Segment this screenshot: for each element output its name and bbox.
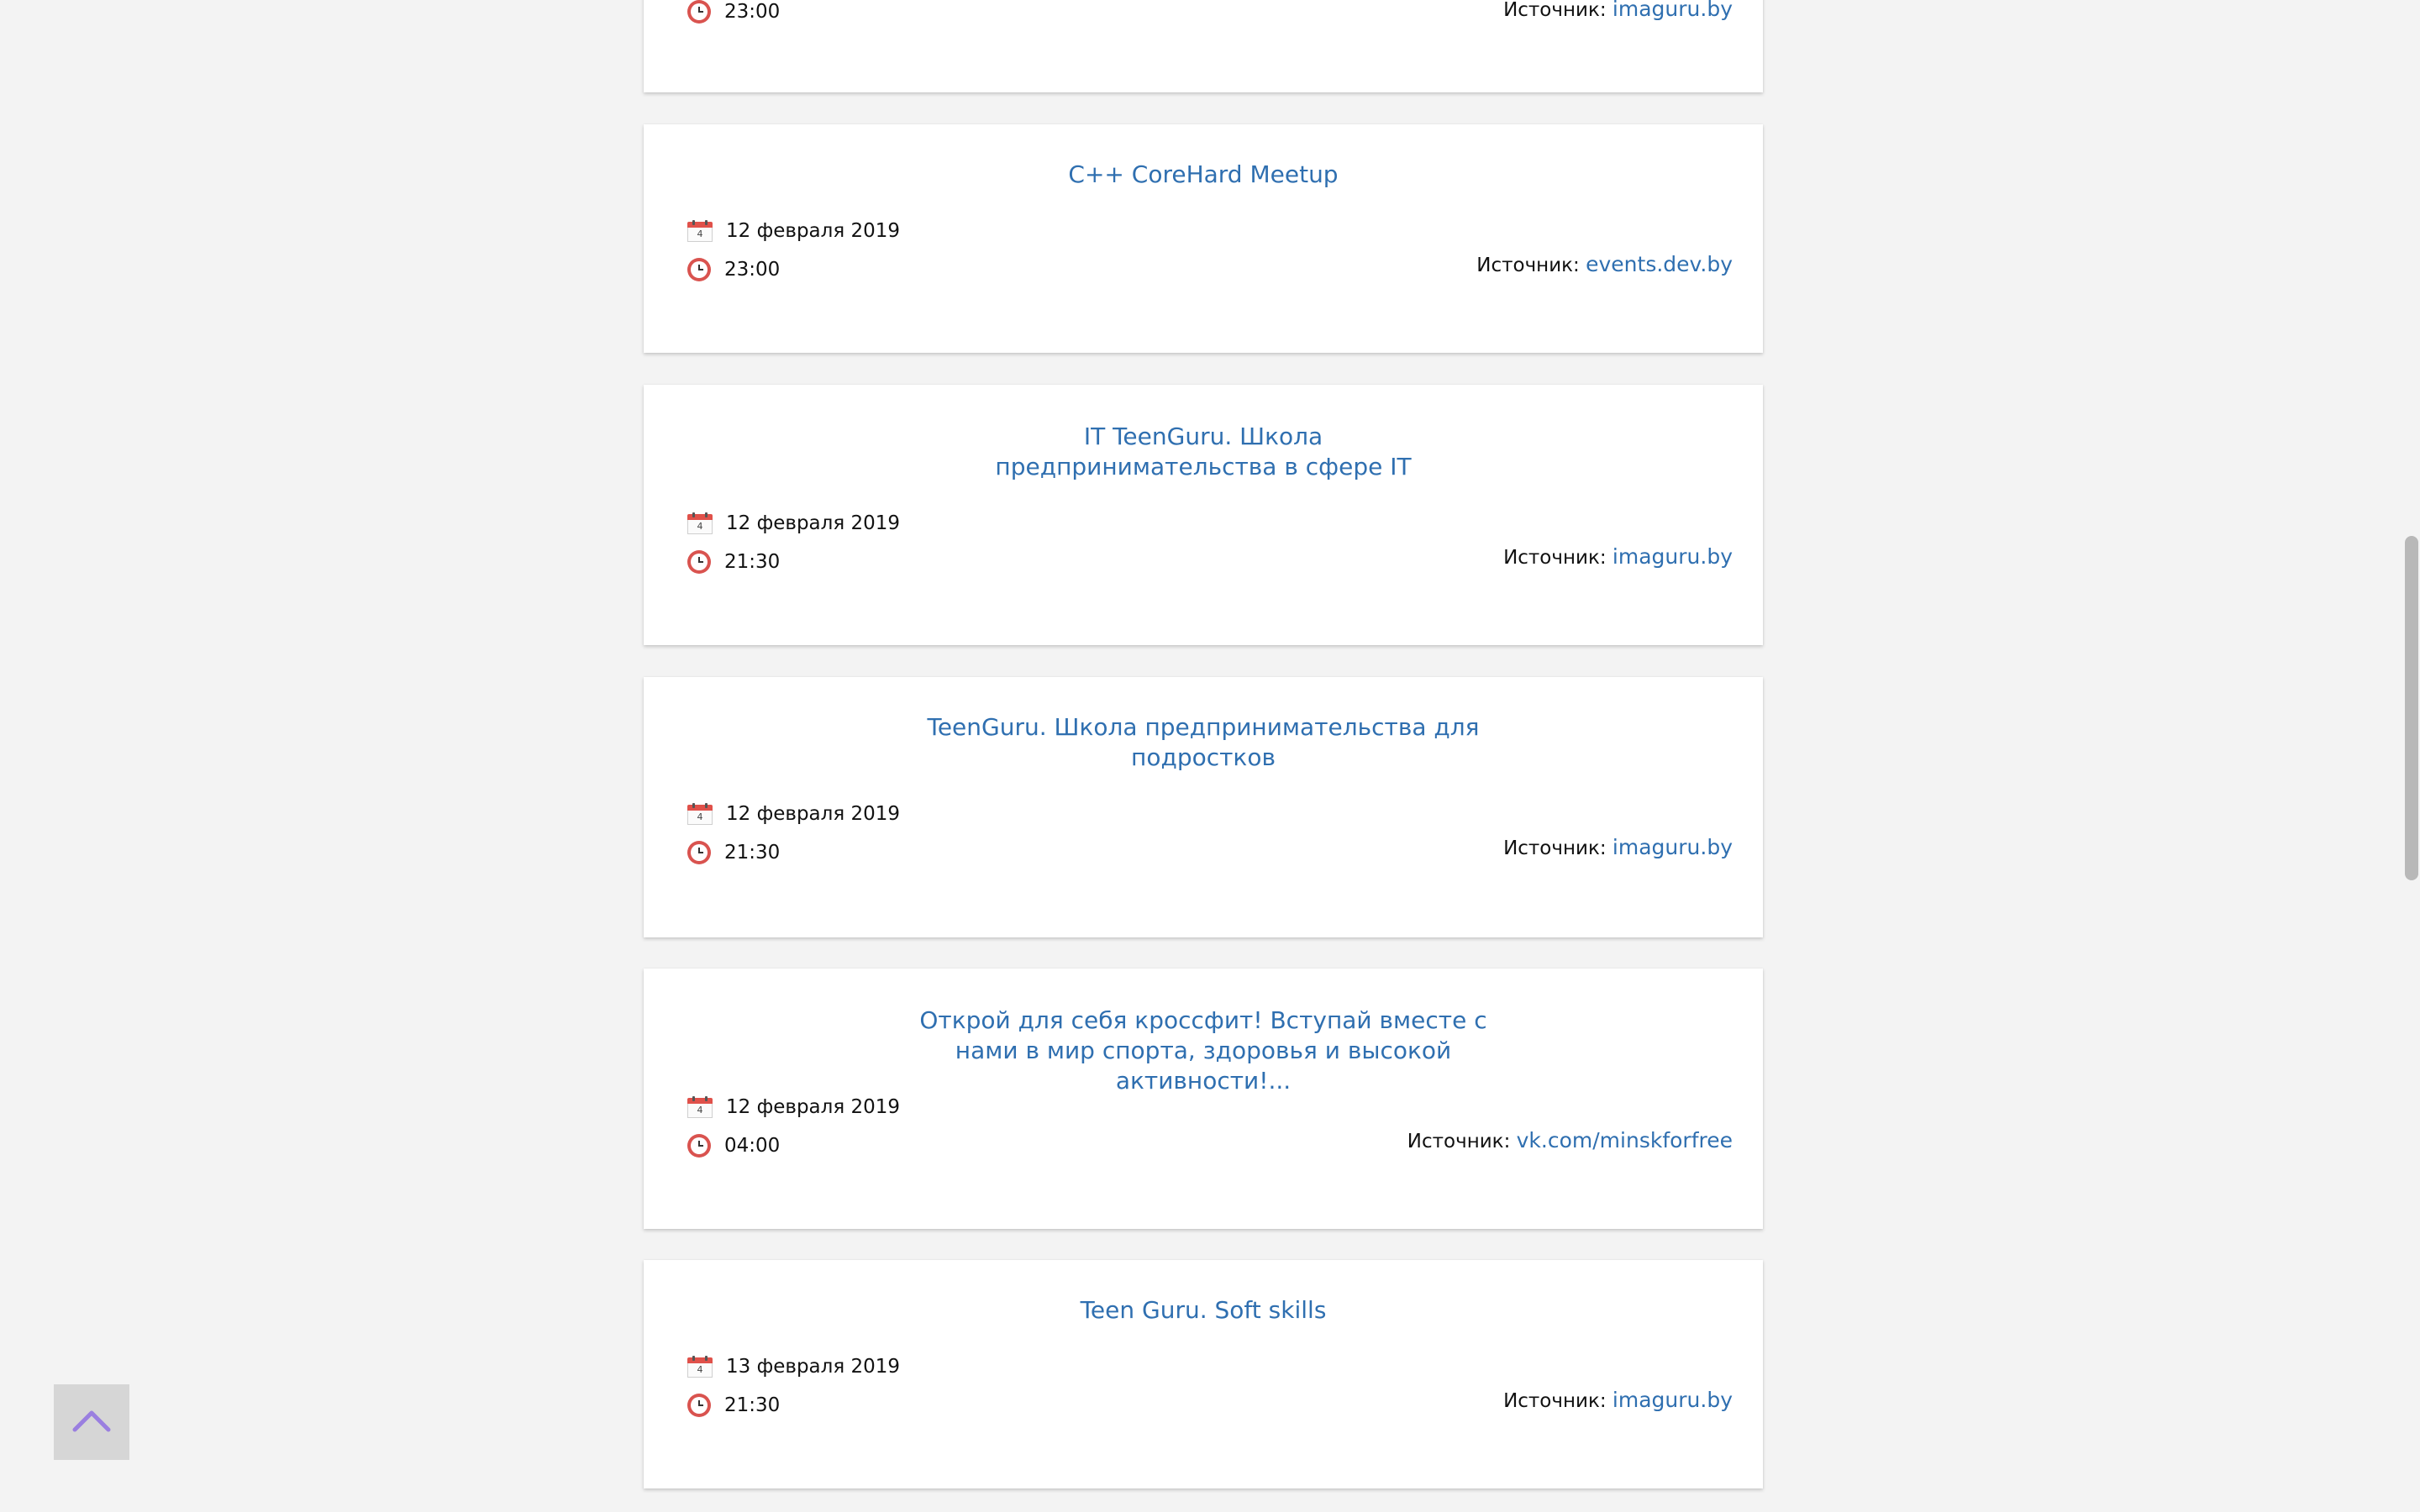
clock-icon	[687, 258, 711, 281]
scrollbar[interactable]	[2398, 0, 2420, 1512]
clock-icon	[687, 550, 711, 574]
event-time: 23:00	[724, 1, 781, 23]
event-card: Teen Guru. Soft skills 4 13 февраля 2019…	[644, 1260, 1763, 1488]
event-card: C++ CoreHard Meetup 4 12 февраля 2019 23…	[644, 124, 1763, 353]
event-time-row: 21:30	[687, 841, 780, 864]
event-source: Источник: imaguru.by	[1503, 835, 1733, 859]
source-link[interactable]: imaguru.by	[1612, 1388, 1733, 1412]
source-label: Источник:	[1407, 1131, 1511, 1152]
event-card: 23:00 Источник: imaguru.by	[644, 0, 1763, 92]
event-time-row: 21:30	[687, 1394, 780, 1417]
event-card: TeenGuru. Школа предпринимательства для …	[644, 677, 1763, 937]
event-source: Источник: imaguru.by	[1503, 1388, 1733, 1412]
event-time-row: 23:00	[687, 258, 780, 281]
source-link[interactable]: events.dev.by	[1586, 252, 1733, 276]
event-title[interactable]: Открой для себя кроссфит! Вступай вместе…	[892, 1005, 1514, 1096]
scrollbar-thumb[interactable]	[2405, 536, 2418, 880]
event-date-row: 4 13 февраля 2019	[687, 1356, 900, 1378]
event-title[interactable]: C++ CoreHard Meetup	[901, 160, 1506, 190]
event-title[interactable]: TeenGuru. Школа предпринимательства для …	[892, 712, 1514, 773]
calendar-icon: 4	[687, 1096, 713, 1118]
event-date-row: 4 12 февраля 2019	[687, 220, 900, 242]
event-source: Источник: vk.com/minskforfree	[1407, 1128, 1733, 1152]
calendar-icon: 4	[687, 1356, 713, 1378]
event-time-row: 23:00	[687, 0, 780, 24]
clock-icon	[687, 0, 711, 24]
source-link[interactable]: vk.com/minskforfree	[1517, 1128, 1733, 1152]
event-time-row: 04:00	[687, 1134, 780, 1158]
event-date-row: 4 12 февраля 2019	[687, 803, 900, 825]
source-label: Источник:	[1503, 837, 1607, 859]
source-label: Источник:	[1476, 255, 1580, 276]
source-label: Источник:	[1503, 547, 1607, 569]
event-time: 21:30	[724, 1394, 781, 1416]
event-title[interactable]: IT TeenGuru. Школа предпринимательства в…	[943, 422, 1464, 482]
events-page: 23:00 Источник: imaguru.by C++ CoreHard …	[0, 0, 2420, 1512]
clock-icon	[687, 1394, 711, 1417]
source-link[interactable]: imaguru.by	[1612, 0, 1733, 21]
calendar-icon: 4	[687, 220, 713, 242]
chevron-up-icon	[72, 1410, 111, 1432]
event-time: 21:30	[724, 551, 781, 573]
event-card: Открой для себя кроссфит! Вступай вместе…	[644, 969, 1763, 1229]
event-time: 21:30	[724, 842, 781, 864]
event-date: 13 февраля 2019	[726, 1356, 901, 1378]
event-date: 12 февраля 2019	[726, 220, 901, 242]
event-date: 12 февраля 2019	[726, 1096, 901, 1118]
event-time: 04:00	[724, 1135, 781, 1157]
event-date: 12 февраля 2019	[726, 803, 901, 825]
event-time-row: 21:30	[687, 550, 780, 574]
source-link[interactable]: imaguru.by	[1612, 544, 1733, 569]
event-title[interactable]: Teen Guru. Soft skills	[901, 1295, 1506, 1326]
source-link[interactable]: imaguru.by	[1612, 835, 1733, 859]
calendar-icon: 4	[687, 512, 713, 534]
event-time: 23:00	[724, 259, 781, 281]
event-date-row: 4 12 февраля 2019	[687, 512, 900, 534]
event-source: Источник: imaguru.by	[1503, 544, 1733, 569]
source-label: Источник:	[1503, 1390, 1607, 1412]
clock-icon	[687, 841, 711, 864]
clock-icon	[687, 1134, 711, 1158]
event-source: Источник: imaguru.by	[1503, 0, 1733, 21]
event-date: 12 февраля 2019	[726, 512, 901, 534]
event-date-row: 4 12 февраля 2019	[687, 1096, 900, 1118]
event-source: Источник: events.dev.by	[1476, 252, 1733, 276]
source-label: Источник:	[1503, 0, 1607, 21]
scroll-to-top-button[interactable]	[54, 1384, 129, 1460]
event-card: IT TeenGuru. Школа предпринимательства в…	[644, 385, 1763, 645]
calendar-icon: 4	[687, 803, 713, 825]
